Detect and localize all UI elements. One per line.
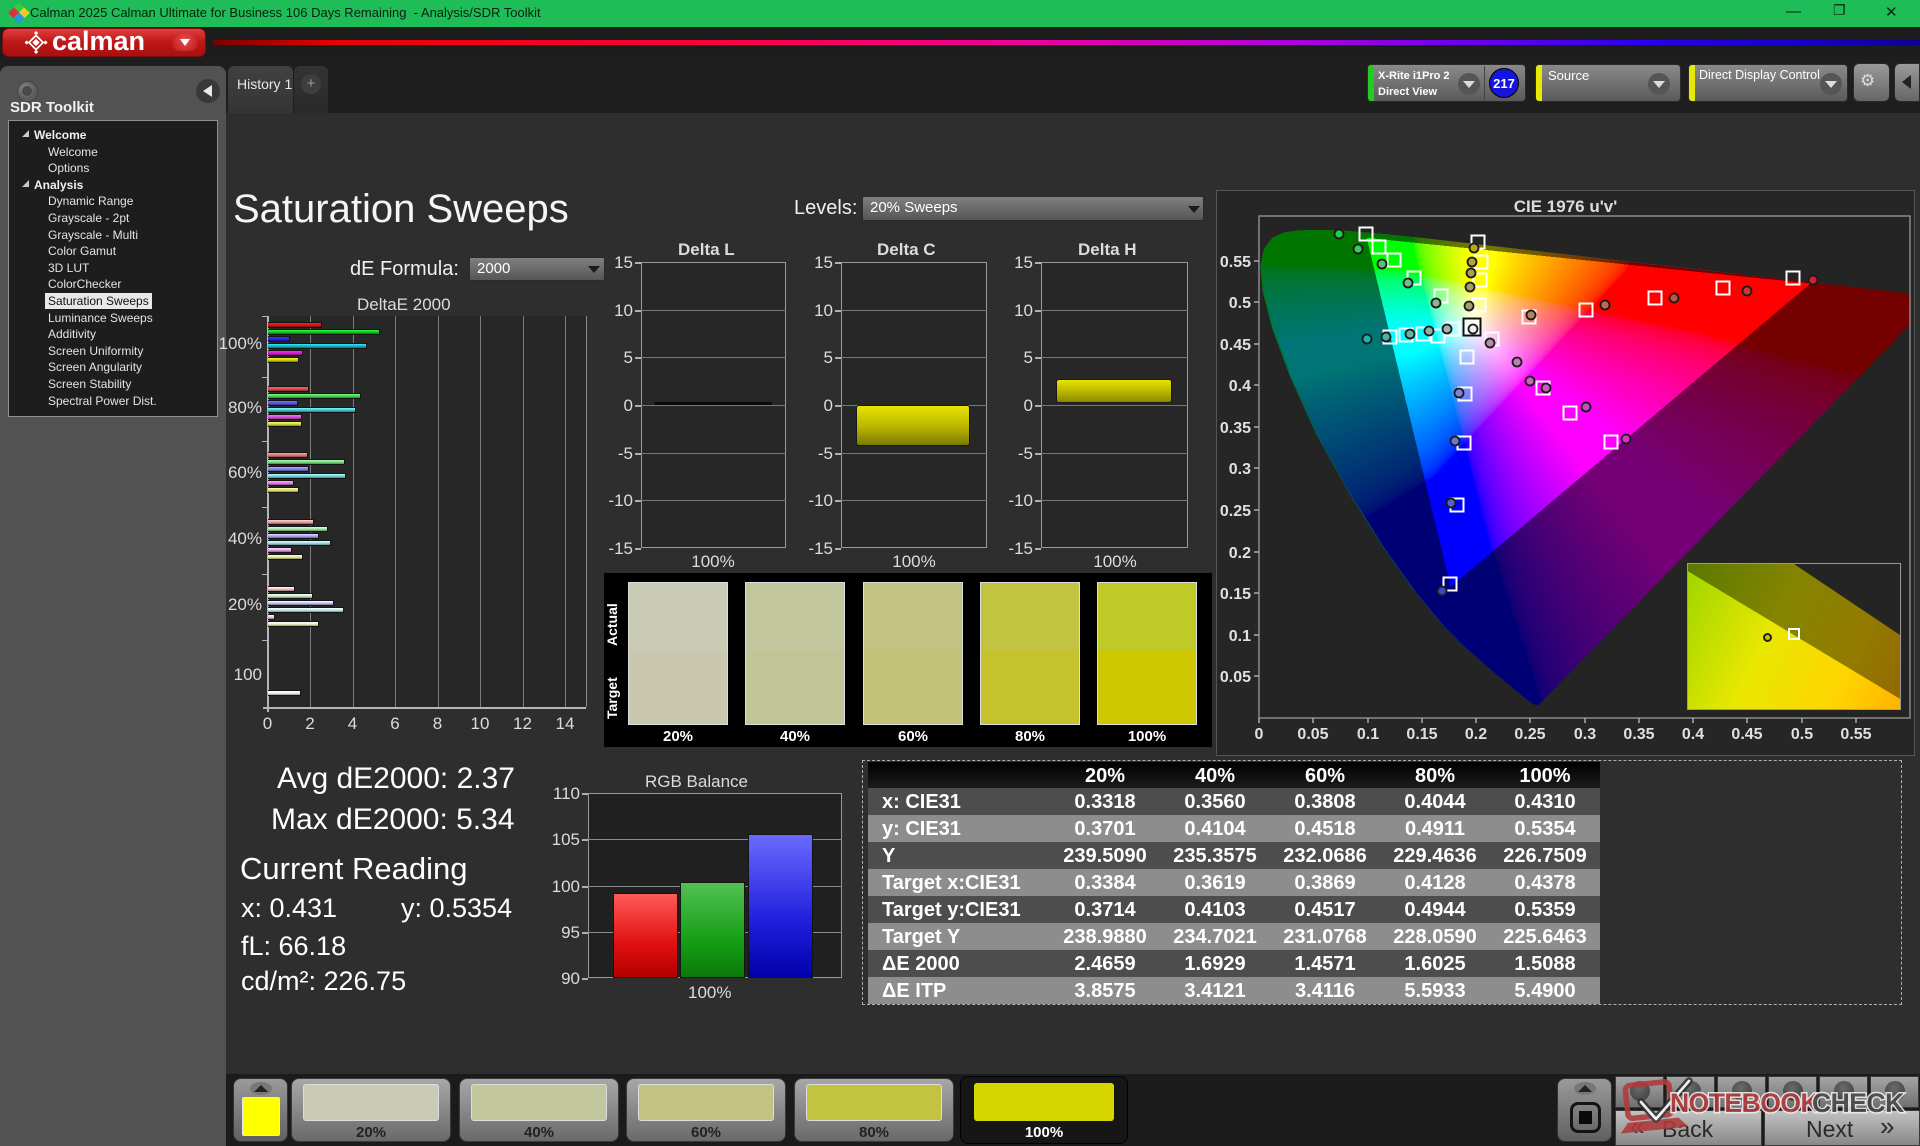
svg-text:NOTEBOOK: NOTEBOOK	[1670, 1088, 1819, 1118]
svg-text:CHECK: CHECK	[1812, 1088, 1904, 1118]
